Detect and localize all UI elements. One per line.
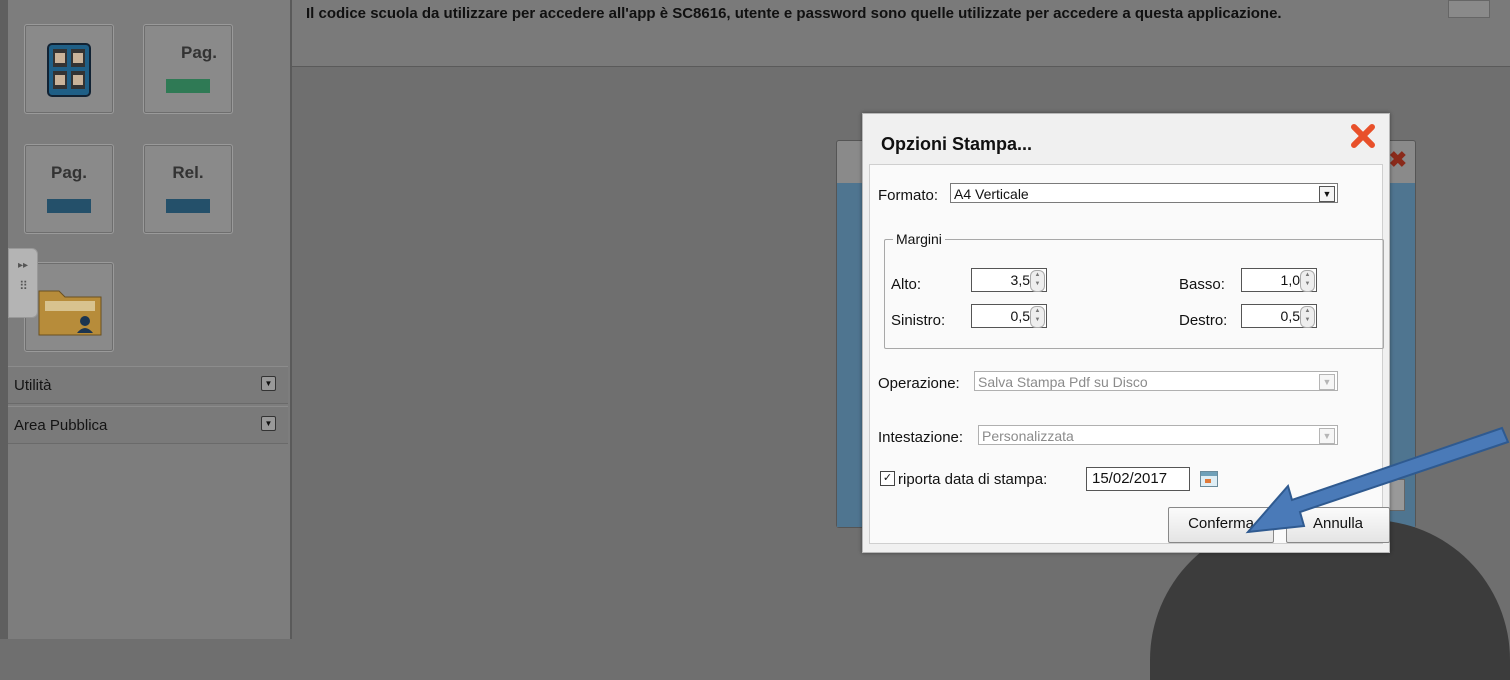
grip-dots-icon: ⠿: [19, 279, 28, 293]
sidebar-edge: [0, 0, 8, 639]
edit-icon[interactable]: [1448, 0, 1490, 18]
tile-color-bar: [47, 199, 91, 213]
formato-label: Formato:: [878, 187, 939, 204]
margini-legend: Margini: [893, 231, 945, 247]
data-stampa-checkbox[interactable]: ✓: [880, 471, 895, 486]
sinistro-label: Sinistro:: [891, 312, 946, 329]
sidebar-section-area-pubblica[interactable]: Area Pubblica ▼: [8, 406, 288, 444]
top-notice-bar: Il codice scuola da utilizzare per acced…: [292, 0, 1510, 67]
basso-label: Basso:: [1179, 276, 1225, 293]
tile-color-bar: [166, 199, 210, 213]
chevron-down-icon[interactable]: ▼: [261, 416, 276, 431]
margini-fieldset: Margini Alto: 3,5 ▲ ▼ Basso: 1,0 ▲ ▼ Sinis…: [884, 231, 1384, 349]
formato-value: A4 Verticale: [954, 186, 1029, 202]
destro-spinner[interactable]: 0,5 ▲ ▼: [1241, 304, 1317, 328]
spinner-arrows-icon[interactable]: ▲ ▼: [1030, 306, 1045, 328]
operazione-label: Operazione:: [878, 375, 960, 392]
alto-value: 3,5: [1010, 272, 1030, 288]
formato-select[interactable]: A4 Verticale ▼: [950, 183, 1338, 203]
close-icon[interactable]: [1349, 122, 1377, 150]
destro-label: Destro:: [1179, 312, 1228, 329]
chevron-down-icon[interactable]: ▼: [261, 376, 276, 391]
sidebar-tile-pag-green[interactable]: Pag.: [143, 24, 233, 114]
annotation-arrow-icon: [1245, 426, 1510, 534]
data-stampa-label: riporta data di stampa:: [898, 471, 1048, 488]
spinner-arrows-icon[interactable]: ▲ ▼: [1300, 306, 1315, 328]
destro-value: 0,5: [1280, 308, 1300, 324]
checkmark-icon: ✓: [882, 472, 893, 484]
operazione-value: Salva Stampa Pdf su Disco: [978, 374, 1148, 390]
sidebar-tile-calendar[interactable]: [24, 24, 114, 114]
data-stampa-value: 15/02/2017: [1092, 470, 1168, 487]
tile-label: Rel.: [172, 163, 204, 182]
intestazione-label: Intestazione:: [878, 429, 964, 446]
sidebar-tile-rel[interactable]: Rel.: [143, 144, 233, 234]
dialog-title: Opzioni Stampa...: [881, 134, 1033, 154]
sidebar-section-label: Utilità: [14, 377, 52, 394]
sidebar-expander-handle[interactable]: ▸▸ ⠿: [8, 248, 38, 318]
basso-spinner[interactable]: 1,0 ▲ ▼: [1241, 268, 1317, 292]
folder-user-icon: [38, 290, 102, 336]
sinistro-value: 0,5: [1010, 308, 1030, 324]
sinistro-spinner[interactable]: 0,5 ▲ ▼: [971, 304, 1047, 328]
sidebar: Pag. Pag. Rel. ▸▸ ⠿ Utilità ▼ Area Pubbl…: [0, 0, 292, 639]
calendar-icon[interactable]: [1200, 471, 1218, 487]
spinner-arrows-icon[interactable]: ▲ ▼: [1030, 270, 1045, 292]
close-icon: ✖: [1388, 147, 1407, 172]
sidebar-tile-pag-blue[interactable]: Pag.: [24, 144, 114, 234]
tile-color-bar: [166, 79, 210, 93]
alto-spinner[interactable]: 3,5 ▲ ▼: [971, 268, 1047, 292]
calendar-grid-icon: [47, 43, 91, 97]
chevron-down-icon[interactable]: ▼: [1319, 186, 1335, 202]
dialog-header: Opzioni Stampa...: [863, 114, 1389, 158]
operazione-select[interactable]: Salva Stampa Pdf su Disco ▼: [974, 371, 1338, 391]
tile-label: Pag.: [181, 43, 217, 62]
sidebar-section-utilita[interactable]: Utilità ▼: [8, 366, 288, 404]
basso-value: 1,0: [1280, 272, 1300, 288]
chevron-down-icon[interactable]: ▼: [1319, 374, 1335, 390]
intestazione-value: Personalizzata: [982, 428, 1074, 444]
tile-label: Pag.: [51, 163, 87, 182]
spinner-arrows-icon[interactable]: ▲ ▼: [1300, 270, 1315, 292]
data-stampa-input[interactable]: 15/02/2017: [1086, 467, 1190, 491]
sidebar-section-label: Area Pubblica: [14, 417, 108, 434]
alto-label: Alto:: [891, 276, 922, 293]
notice-text: Il codice scuola da utilizzare per acced…: [306, 5, 1282, 22]
expand-arrows-icon: ▸▸: [17, 260, 29, 271]
